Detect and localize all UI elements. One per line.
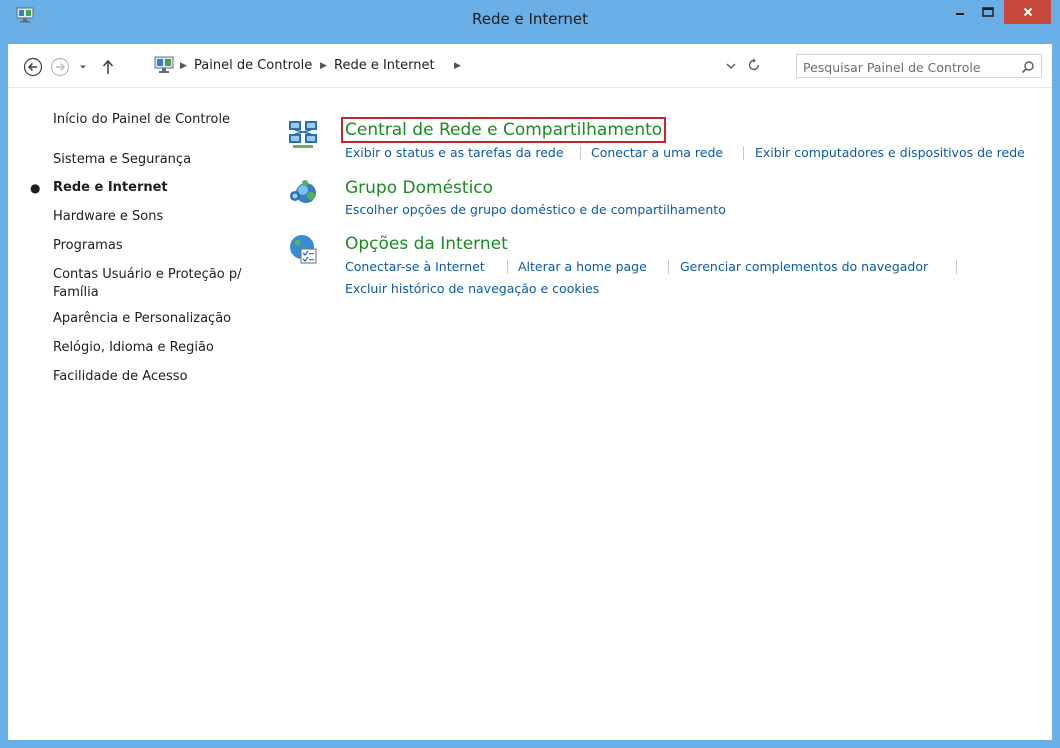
sidebar: Início do Painel de Controle Sistema e S… [8,88,268,740]
close-button[interactable] [1004,0,1051,24]
category-title-internet-options[interactable]: Opções da Internet [345,233,508,255]
back-button[interactable] [23,57,43,77]
network-center-icon[interactable] [287,118,319,150]
link-separator [507,260,508,274]
back-arrow-icon [23,57,43,77]
link-connect-to-network[interactable]: Conectar a uma rede [591,145,723,161]
refresh-button[interactable] [745,56,763,74]
recent-locations-button[interactable] [76,57,90,77]
maximize-icon [982,7,994,17]
link-separator [743,146,744,160]
link-separator [956,260,957,274]
close-icon [1023,7,1032,17]
navigation-bar: ▶ Painel de Controle ▶ Rede e Internet ▶ [8,44,1052,88]
sidebar-item-clock-language-region[interactable]: Relógio, Idioma e Região [53,339,214,357]
breadcrumb-item-network-internet[interactable]: Rede e Internet [334,57,435,75]
sidebar-item-ease-of-access[interactable]: Facilidade de Acesso [53,368,188,386]
search-box[interactable] [796,54,1042,78]
active-bullet-icon: ● [30,181,41,195]
category-title-homegroup[interactable]: Grupo Doméstico [345,177,493,199]
address-bar[interactable]: ▶ Painel de Controle ▶ Rede e Internet ▶ [150,54,788,78]
link-delete-browsing-history[interactable]: Excluir histórico de navegação e cookies [345,281,599,297]
sidebar-item-hardware-sound[interactable]: Hardware e Sons [53,208,163,226]
sidebar-item-programs[interactable]: Programas [53,237,123,255]
sidebar-item-label-line1: Contas Usuário e Proteção p/ [53,267,242,282]
minimize-icon [956,13,964,15]
category-title-network-sharing-center[interactable]: Central de Rede e Compartilhamento [340,117,667,143]
maximize-button[interactable] [975,0,1001,24]
forward-arrow-icon [50,57,70,77]
address-dropdown-icon[interactable] [724,59,738,73]
link-change-home-page[interactable]: Alterar a home page [518,259,647,275]
title-bar[interactable]: Rede e Internet [0,0,1060,44]
content-area: Início do Painel de Controle Sistema e S… [8,88,1052,740]
control-panel-window: Rede e Internet ▶ Painel de Controle ▶ R… [0,0,1060,748]
minimize-button[interactable] [947,0,973,24]
window-title: Rede e Internet [471,10,589,28]
sidebar-item-control-panel-home[interactable]: Início do Painel de Controle [53,111,230,129]
breadcrumb-chevron-icon[interactable]: ▶ [320,59,328,71]
internet-options-icon[interactable] [287,233,319,265]
sidebar-item-network-internet[interactable]: Rede e Internet [53,179,168,197]
sidebar-item-appearance[interactable]: Aparência e Personalização [53,310,231,328]
link-view-network-computers[interactable]: Exibir computadores e dispositivos de re… [755,145,1025,161]
link-view-network-status[interactable]: Exibir o status e as tarefas da rede [345,145,564,161]
breadcrumb-item-control-panel[interactable]: Painel de Controle [194,57,312,75]
homegroup-icon[interactable] [287,176,319,208]
link-manage-addons[interactable]: Gerenciar complementos do navegador [680,259,928,275]
forward-button[interactable] [50,57,70,77]
up-button[interactable] [100,57,116,77]
sidebar-item-system-security[interactable]: Sistema e Segurança [53,151,191,169]
chevron-down-icon [80,65,86,69]
search-icon[interactable] [1021,60,1035,74]
link-homegroup-options[interactable]: Escolher opções de grupo doméstico e de … [345,202,726,218]
control-panel-icon[interactable] [16,7,34,23]
link-connect-to-internet[interactable]: Conectar-se à Internet [345,259,485,275]
control-panel-icon[interactable] [154,56,174,74]
up-arrow-icon [102,59,114,74]
link-separator [668,260,669,274]
breadcrumb-chevron-icon[interactable]: ▶ [180,59,188,71]
refresh-icon [748,58,760,71]
link-separator [580,146,581,160]
sidebar-item-label-line2: Família [53,285,99,300]
search-input[interactable] [801,56,1015,78]
breadcrumb-chevron-icon[interactable]: ▶ [454,59,462,71]
